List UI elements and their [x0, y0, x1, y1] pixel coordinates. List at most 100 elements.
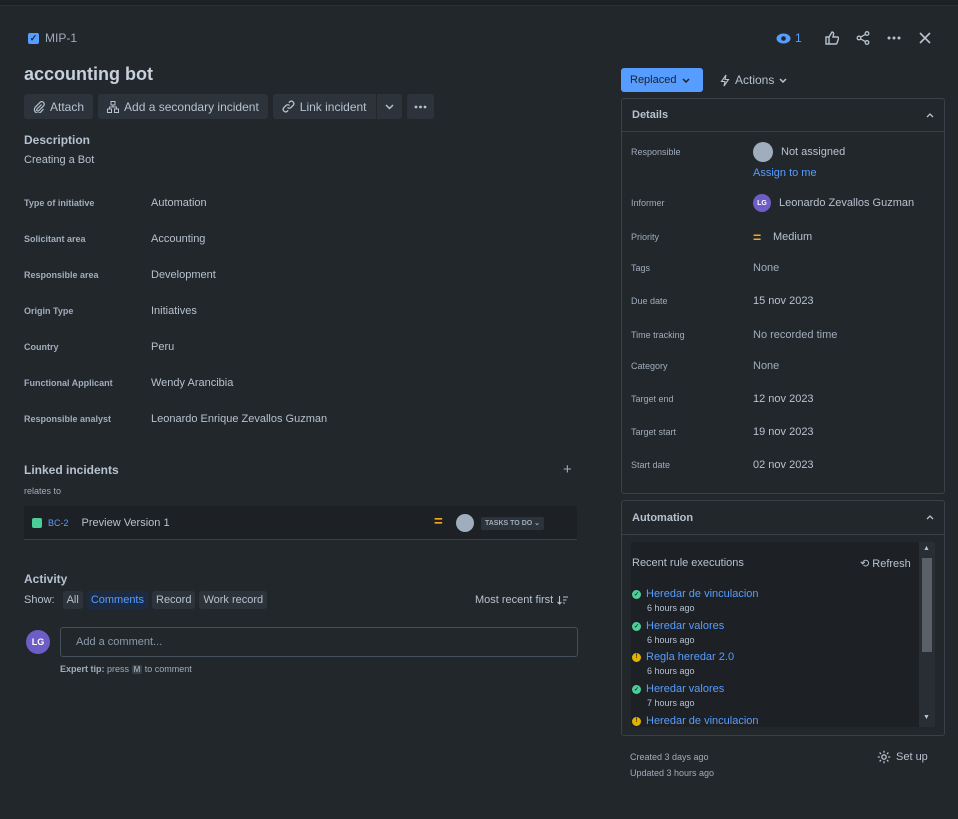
more-icon [887, 36, 900, 40]
add-secondary-incident-button[interactable]: Add a secondary incident [98, 94, 268, 119]
rule-name-link[interactable]: Heredar de vinculacion [646, 715, 759, 727]
actions-button[interactable]: Actions [714, 68, 787, 92]
lightning-icon [720, 74, 730, 86]
recent-executions-title: Recent rule executions [632, 557, 744, 569]
issue-title[interactable]: accounting bot [24, 64, 153, 85]
field-value[interactable]: Automation [151, 197, 207, 209]
details-header[interactable]: Details [622, 99, 944, 132]
informer-value: Leonardo Zevallos Guzman [779, 197, 915, 209]
detail-category: Category None [631, 360, 931, 372]
rule-executions-box: Recent rule executions ⟲ Refresh ✓ Hereda… [631, 542, 935, 727]
rule-name-link[interactable]: Heredar valores [646, 683, 724, 695]
more-button[interactable] [878, 28, 909, 48]
detail-label: Informer [631, 198, 665, 208]
field-responsible-area: Responsible area Development [24, 269, 216, 281]
detail-value[interactable]: None [753, 360, 779, 372]
share-icon [856, 31, 869, 45]
detail-value[interactable]: LG Leonardo Zevallos Guzman [753, 194, 914, 212]
field-value[interactable]: Leonardo Enrique Zevallos Guzman [151, 413, 327, 425]
description-text[interactable]: Creating a Bot [24, 154, 94, 166]
rule-execution-item: ! Regla heredar 2.0 6 hours ago [632, 651, 734, 676]
assign-to-me-link[interactable]: Assign to me [753, 167, 817, 179]
detail-value[interactable]: No recorded time [753, 329, 837, 341]
link-dropdown-button[interactable] [375, 94, 402, 119]
linked-key[interactable]: BC-2 [48, 518, 69, 528]
field-responsible-analyst: Responsible analyst Leonardo Enrique Zev… [24, 413, 327, 425]
detail-value[interactable]: 02 nov 2023 [753, 459, 814, 471]
unassigned-avatar-icon [753, 142, 773, 162]
rule-time: 7 hours ago [647, 698, 695, 708]
field-value[interactable]: Development [151, 269, 216, 281]
detail-value[interactable]: = Medium [753, 229, 812, 245]
status-text: TASKS TO DO [485, 520, 533, 527]
scrollbar[interactable]: ▲ ▼ [919, 542, 935, 727]
like-button[interactable] [816, 28, 847, 48]
warning-icon: ! [632, 716, 641, 726]
setup-button[interactable]: Set up [877, 750, 928, 764]
description-heading: Description [24, 133, 91, 147]
comment-input[interactable]: Add a comment... [60, 627, 578, 657]
unassigned-avatar-icon [456, 514, 474, 532]
filter-all[interactable]: All [62, 591, 83, 609]
detail-value[interactable]: 15 nov 2023 [753, 295, 814, 307]
link-icon [282, 100, 295, 113]
field-value[interactable]: Accounting [151, 233, 205, 245]
updated-timestamp: Updated 3 hours ago [630, 768, 715, 778]
field-label: Functional Applicant [24, 378, 113, 388]
field-country: Country Peru [24, 341, 174, 353]
filter-comments[interactable]: Comments [86, 591, 148, 609]
detail-value[interactable]: 12 nov 2023 [753, 393, 814, 405]
automation-panel: Automation Recent rule executions ⟲ Refr… [621, 500, 945, 736]
detail-tags: Tags None [631, 262, 931, 274]
linked-status-lozenge[interactable]: TASKS TO DO ⌄ [481, 517, 545, 530]
rule-time: 6 hours ago [647, 635, 695, 645]
filter-record[interactable]: Record [152, 591, 196, 609]
toolbar-more-button[interactable] [406, 94, 434, 119]
eye-icon [776, 33, 791, 43]
details-panel: Details Responsible Not assigned Assign … [621, 98, 945, 494]
filter-work-record[interactable]: Work record [199, 591, 268, 609]
rule-name-link[interactable]: Heredar de vinculacion [646, 588, 759, 600]
status-dropdown-button[interactable]: Replaced [621, 68, 703, 92]
detail-value[interactable]: Not assigned [753, 142, 845, 162]
thumbs-up-icon [824, 31, 839, 45]
share-button[interactable] [847, 28, 878, 48]
chevron-up-icon [926, 515, 934, 520]
chevron-up-icon [926, 112, 934, 117]
automation-heading: Automation [632, 511, 694, 524]
detail-value[interactable]: None [753, 262, 779, 274]
field-label: Responsible area [24, 270, 99, 280]
link-incident-button[interactable]: Link incident [272, 94, 376, 119]
field-value[interactable]: Wendy Arancibia [151, 377, 233, 389]
detail-start-date: Start date 02 nov 2023 [631, 459, 931, 471]
sort-button[interactable]: Most recent first [475, 594, 569, 606]
issue-key-breadcrumb[interactable]: ✓ MIP-1 [28, 31, 77, 45]
scrollbar-thumb[interactable] [922, 558, 932, 652]
close-button[interactable] [909, 28, 940, 48]
chevron-down-icon [779, 77, 787, 83]
field-value[interactable]: Initiatives [151, 305, 197, 317]
secondary-label: Add a secondary incident [124, 99, 259, 114]
field-value[interactable]: Peru [151, 341, 174, 353]
refresh-button[interactable]: ⟲ Refresh [860, 557, 911, 570]
scroll-up-arrow-icon[interactable]: ▲ [923, 545, 930, 552]
link-incident-group: Link incident [272, 94, 402, 119]
rule-time: 6 hours ago [647, 666, 695, 676]
linked-summary[interactable]: Preview Version 1 [82, 517, 170, 529]
automation-header[interactable]: Automation [622, 501, 944, 535]
story-icon [32, 517, 42, 528]
rule-name-link[interactable]: Regla heredar 2.0 [646, 651, 734, 663]
linked-incident-row[interactable]: BC-2 Preview Version 1 = TASKS TO DO ⌄ [24, 506, 577, 540]
informer-avatar: LG [753, 194, 771, 212]
watch-button[interactable]: 1 [776, 31, 816, 45]
attach-label: Attach [50, 99, 85, 114]
issue-key: MIP-1 [45, 31, 78, 45]
details-heading: Details [632, 109, 669, 121]
rule-name-link[interactable]: Heredar valores [646, 620, 724, 632]
activity-heading: Activity [24, 572, 68, 586]
add-link-plus-icon[interactable]: + [563, 461, 572, 478]
detail-value[interactable]: 19 nov 2023 [753, 426, 814, 438]
user-avatar: LG [26, 630, 50, 654]
scroll-down-arrow-icon[interactable]: ▼ [923, 714, 930, 721]
attach-button[interactable]: Attach [24, 94, 94, 119]
